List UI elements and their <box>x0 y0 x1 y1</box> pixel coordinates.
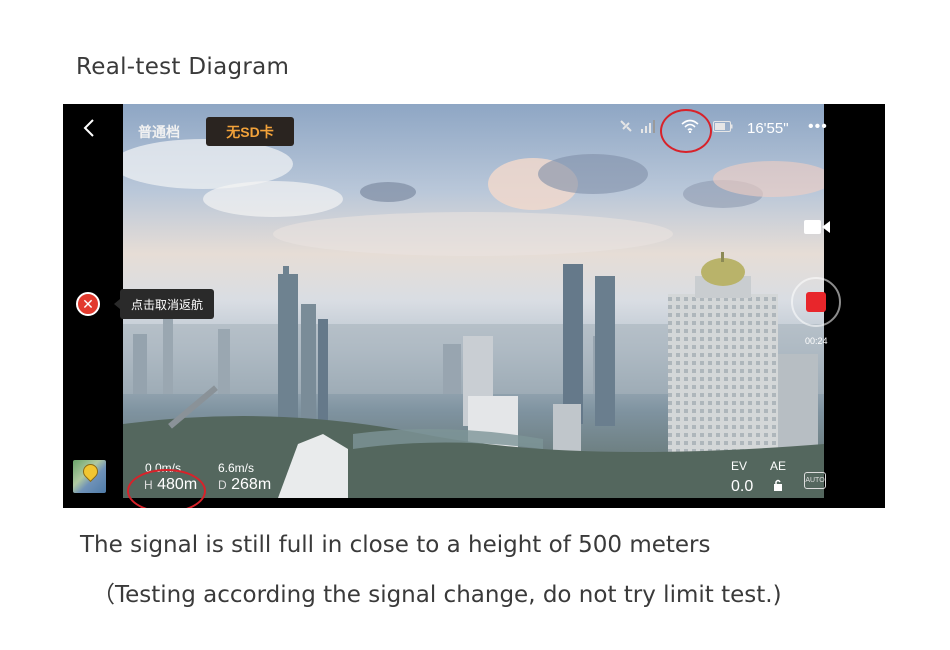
record-time: 00:24 <box>805 336 828 346</box>
video-camera-icon[interactable] <box>804 218 830 236</box>
flight-mode-label[interactable]: 普通档 <box>138 122 180 142</box>
caption-line-2: （Testing according the signal change, do… <box>92 582 782 608</box>
auto-camera-icon[interactable]: AUTO <box>804 472 826 489</box>
page-heading: Real-test Diagram <box>76 54 290 80</box>
wifi-highlight-circle <box>660 109 712 153</box>
horizontal-speed: 6.6m/s <box>218 461 255 475</box>
caption-line-1: The signal is still full in close to a h… <box>80 532 711 558</box>
more-menu-button[interactable]: ••• <box>808 118 828 136</box>
height-highlight-circle <box>127 469 206 508</box>
back-button[interactable] <box>83 118 95 144</box>
ev-label: EV <box>731 459 748 473</box>
ev-value[interactable]: 0.0 <box>731 478 753 496</box>
cancel-return-home-icon[interactable]: ✕ <box>76 292 100 316</box>
map-thumbnail[interactable] <box>73 460 106 493</box>
flight-time-remaining: 16'55" <box>747 120 789 137</box>
signal-bars-icon <box>641 119 655 133</box>
cancel-return-home-tooltip[interactable]: 点击取消返航 <box>114 289 214 319</box>
chevron-left-icon <box>83 119 94 137</box>
battery-icon <box>713 120 733 132</box>
ae-label: AE <box>770 459 787 473</box>
record-button[interactable] <box>806 292 826 312</box>
drone-app-screen: 普通档 无SD卡 16'55" ••• ✕ 点击取消返航 00:24 0.0m/… <box>63 104 885 508</box>
distance-readout: D 268m <box>218 476 271 494</box>
city-skyline-image <box>123 139 824 498</box>
sd-card-badge: 无SD卡 <box>206 117 294 146</box>
distance-value: 268m <box>231 476 272 493</box>
map-pin-icon <box>79 460 102 483</box>
camera-feed <box>123 104 824 498</box>
satellite-icon <box>620 120 632 132</box>
distance-marker: D <box>218 478 227 492</box>
ae-lock-icon[interactable] <box>773 479 783 492</box>
